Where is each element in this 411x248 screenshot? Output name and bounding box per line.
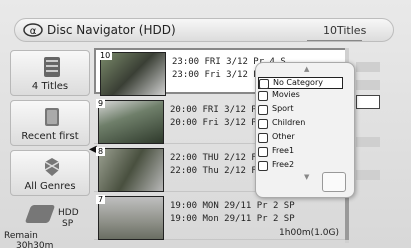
svg-text:α: α [30,26,37,37]
page-title: Disc Navigator (HDD) [47,23,176,37]
recent-icon [45,108,59,126]
none-icon [259,79,269,89]
scroll-down-icon: ▼ [304,173,310,181]
title-line-1: 20:00 FRI 3/12 P [170,105,257,115]
title-line-1: 22:00 THU 2/12 F [170,153,257,163]
popup-ok-button[interactable] [322,172,346,192]
category-label: Free1 [272,146,295,155]
thumbnail [98,100,164,144]
title-count: 10Titles [323,24,367,37]
titles-button-label: 4 Titles [31,81,69,92]
divider [307,40,362,41]
category-popup: ▲ No Category Movies Sport Children Othe… [255,62,355,198]
title-row[interactable]: 7 19:00 MON 29/11 Pr 2 SP 19:00 Mon 29/1… [94,194,349,240]
row-marker [356,137,380,147]
children-icon [258,119,268,129]
sport-icon [258,105,268,115]
remain-label: Remain [4,231,38,241]
free1-icon [258,147,268,157]
remain-time: 30h30m [16,241,54,248]
selection-indicator [356,95,380,109]
category-free1[interactable]: Free1 [258,146,343,158]
sort-button[interactable]: Recent first [10,100,90,146]
titles-icon [44,57,60,77]
category-children[interactable]: Children [258,118,343,130]
title-bar: α Disc Navigator (HDD) 10Titles [14,18,394,42]
category-movies[interactable]: Movies [258,90,343,102]
category-sport[interactable]: Sport [258,104,343,116]
title-line-2: 23:00 Fri 3/12 Pr [172,70,265,80]
hdd-icon [24,205,56,223]
other-icon [258,133,268,143]
title-line-2: 22:00 Thu 2/12 F [170,166,257,176]
genre-button-label: All Genres [24,181,76,192]
sort-button-label: Recent first [21,131,79,142]
mode-label: SP [62,219,74,229]
category-label: Free2 [272,160,295,169]
title-number: 10 [98,51,113,60]
category-label: Movies [272,90,300,99]
category-free2[interactable]: Free2 [258,160,343,172]
thumbnail [98,148,164,192]
title-number: 9 [96,99,106,108]
category-label: No Category [273,78,323,87]
genre-button[interactable]: All Genres [10,150,90,196]
category-label: Sport [272,104,294,113]
row-marker [356,170,380,180]
title-number: 8 [96,147,106,156]
disc-navigator-screen: α Disc Navigator (HDD) 10Titles 4 Titles… [0,0,411,248]
drive-label: HDD [58,208,79,218]
category-label: Other [272,132,295,141]
titles-button[interactable]: 4 Titles [10,50,90,96]
category-other[interactable]: Other [258,132,343,144]
scroll-up-icon: ▲ [304,65,310,73]
row-marker [356,62,380,72]
title-line-2: 19:00 Mon 29/11 Pr 2 SP [170,214,295,224]
row-marker [356,80,380,90]
remain-box: HDD SP Remain 30h30m [4,205,94,248]
free2-icon [258,161,268,171]
movie-icon [258,91,268,101]
category-label: Children [272,118,306,127]
thumbnail [98,196,164,240]
disc-navigator-icon: α [23,23,43,37]
title-size: 1h00m(1.0G) [279,228,339,238]
left-panel: 4 Titles Recent first All Genres [2,50,90,198]
title-line-2: 20:00 Fri 3/12 P [170,118,257,128]
genre-icon [44,158,60,176]
title-line-1: 19:00 MON 29/11 Pr 2 SP [170,201,295,211]
category-no-category[interactable]: No Category [258,77,343,89]
title-number: 7 [96,195,106,204]
